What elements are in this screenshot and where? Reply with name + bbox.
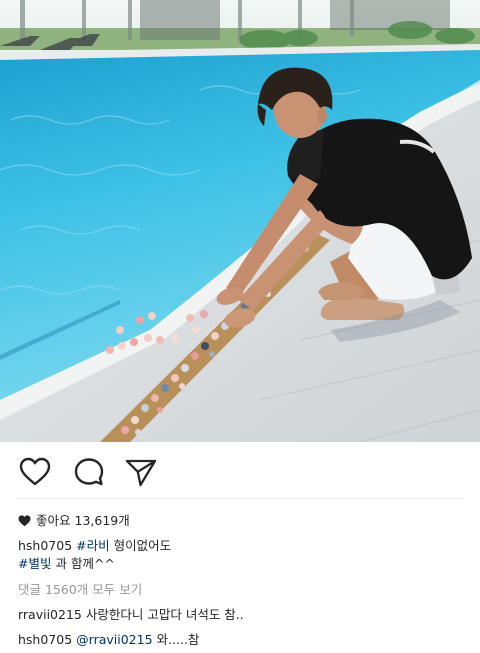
caption-username[interactable]: hsh0705 bbox=[18, 538, 72, 553]
comment-row: rravii0215 사랑한다니 고맙다 녀석도 참.. bbox=[18, 607, 244, 623]
likes-label: 좋아요 bbox=[36, 513, 71, 528]
post-photo[interactable] bbox=[0, 0, 480, 442]
comment-text: 와.....참 bbox=[156, 632, 200, 647]
share-button[interactable] bbox=[124, 456, 158, 488]
caption-line-2: #별빛 과 함께^^ bbox=[18, 556, 115, 572]
heart-filled-icon bbox=[18, 515, 31, 531]
comment-username[interactable]: rravii0215 bbox=[18, 607, 82, 622]
like-button[interactable] bbox=[18, 456, 52, 488]
caption-text-1: 형이없어도 bbox=[113, 538, 172, 553]
caption-text-2: 과 함께^^ bbox=[55, 556, 115, 571]
likes-count: 13,619개 bbox=[74, 513, 130, 528]
paper-plane-icon bbox=[125, 459, 157, 487]
comment-username[interactable]: hsh0705 bbox=[18, 632, 72, 647]
post-action-bar bbox=[0, 442, 480, 498]
speech-bubble-icon bbox=[74, 458, 104, 486]
comment-row: hsh0705 @rravii0215 와.....참 bbox=[18, 632, 199, 648]
comment-text: 사랑한다니 고맙다 녀석도 참.. bbox=[85, 607, 244, 622]
view-all-comments-link[interactable]: 댓글 1560개 모두 보기 bbox=[18, 582, 142, 598]
likes-row[interactable]: 좋아요 13,619개 bbox=[18, 513, 130, 531]
post-photo-illustration bbox=[0, 0, 480, 442]
caption-hashtag-1[interactable]: #라비 bbox=[76, 538, 109, 553]
caption-hashtag-2[interactable]: #별빛 bbox=[18, 556, 51, 571]
comment-button[interactable] bbox=[72, 456, 106, 488]
comment-mention[interactable]: @rravii0215 bbox=[76, 632, 152, 647]
caption-line-1: hsh0705 #라비 형이없어도 bbox=[18, 538, 171, 554]
heart-outline-icon bbox=[19, 457, 51, 486]
action-divider bbox=[18, 498, 462, 499]
